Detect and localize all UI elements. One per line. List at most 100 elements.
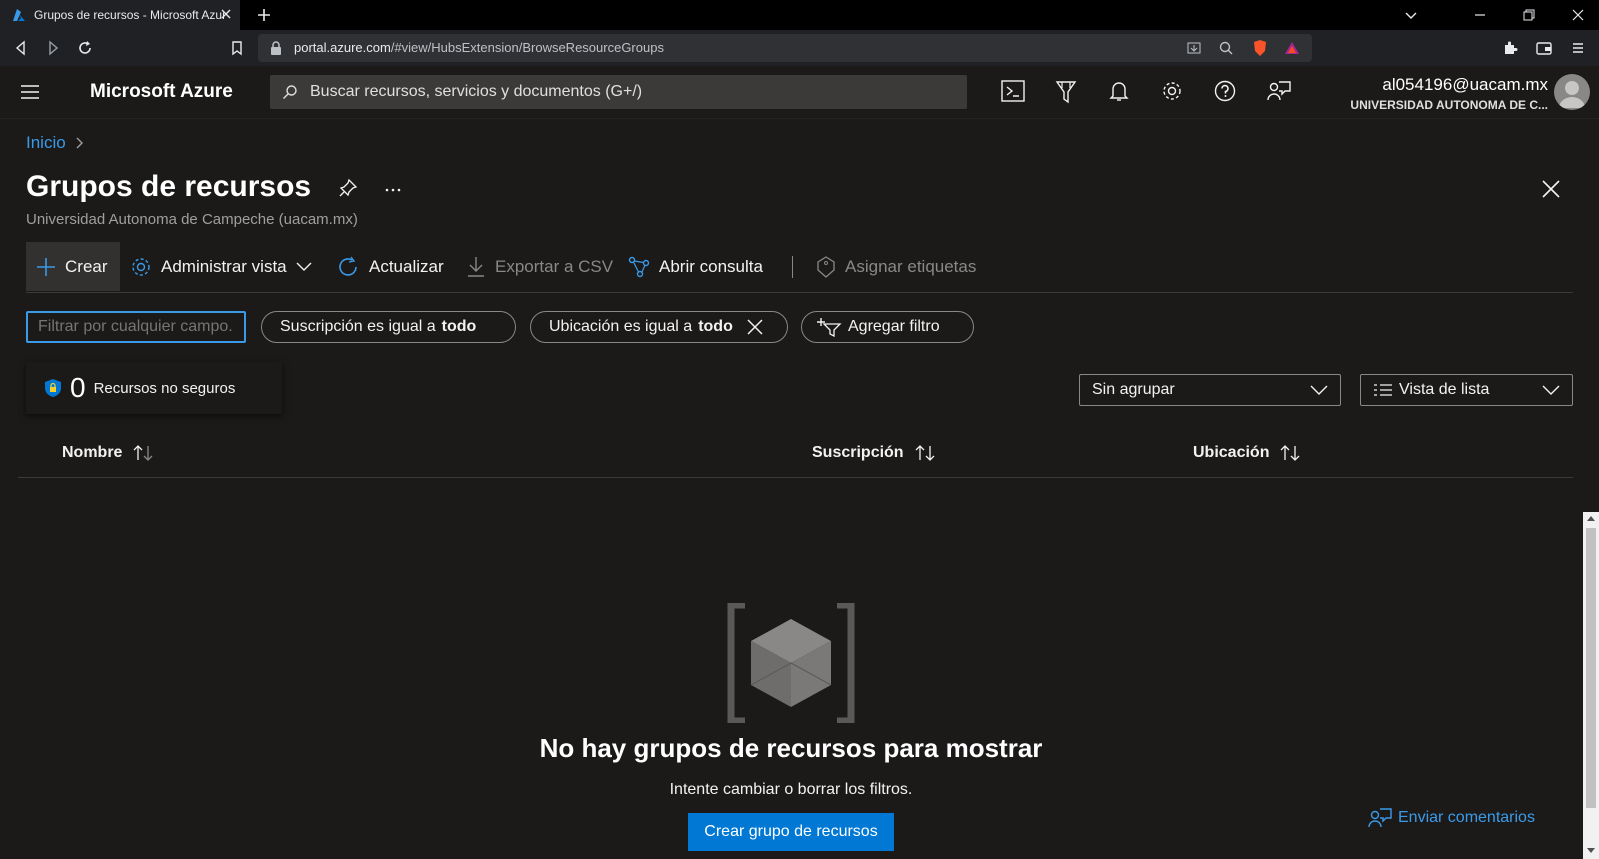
settings-gear-icon[interactable] bbox=[1161, 80, 1183, 102]
column-header-subscription[interactable]: Suscripción bbox=[812, 444, 936, 462]
security-shield-icon bbox=[44, 378, 62, 398]
brave-rewards-icon[interactable] bbox=[1284, 40, 1300, 56]
create-resource-group-button[interactable]: Crear grupo de recursos bbox=[688, 813, 894, 851]
subscription-filter-pill[interactable]: Suscripción es igual a todo bbox=[261, 311, 516, 343]
location-filter-value: todo bbox=[698, 318, 733, 335]
user-email[interactable]: al054196@uacam.mx bbox=[1382, 75, 1548, 95]
user-tenant[interactable]: UNIVERSIDAD AUTONOMA DE C... bbox=[1350, 98, 1548, 112]
avatar[interactable] bbox=[1554, 74, 1590, 110]
tab-close-icon[interactable] bbox=[220, 8, 232, 20]
sort-icon[interactable] bbox=[132, 444, 154, 462]
grouping-dropdown[interactable]: Sin agrupar bbox=[1079, 374, 1341, 406]
lock-icon bbox=[270, 41, 282, 55]
pin-icon[interactable] bbox=[338, 178, 358, 198]
command-separator bbox=[792, 256, 793, 278]
forward-icon[interactable] bbox=[45, 40, 61, 56]
send-feedback-link[interactable]: Enviar comentarios bbox=[1368, 808, 1535, 828]
location-filter-label: Ubicación es igual a bbox=[549, 318, 693, 335]
search-icon bbox=[282, 84, 298, 100]
url-host: portal.azure.com bbox=[294, 40, 391, 55]
subscription-filter-value: todo bbox=[441, 318, 477, 335]
unsecure-resources-label: Recursos no seguros bbox=[93, 379, 236, 397]
breadcrumb: Inicio bbox=[26, 133, 84, 153]
notifications-icon[interactable] bbox=[1108, 80, 1130, 102]
azure-top-bar: Microsoft Azure Buscar recursos, servici… bbox=[0, 66, 1599, 119]
chevron-down-icon bbox=[296, 262, 312, 272]
browser-menu-icon[interactable] bbox=[1570, 40, 1586, 56]
back-icon[interactable] bbox=[13, 40, 29, 56]
more-options-icon[interactable] bbox=[383, 178, 403, 198]
browser-toolbar: portal.azure.com/#view/HubsExtension/Bro… bbox=[0, 30, 1599, 66]
column-header-location[interactable]: Ubicación bbox=[1193, 444, 1301, 462]
add-filter-button[interactable]: Agregar filtro bbox=[801, 311, 974, 343]
zoom-icon[interactable] bbox=[1218, 40, 1234, 56]
remove-filter-icon[interactable] bbox=[747, 319, 763, 335]
tag-icon bbox=[816, 255, 836, 278]
open-query-button[interactable]: Abrir consulta bbox=[628, 242, 763, 291]
manage-view-button[interactable]: Administrar vista bbox=[130, 242, 312, 291]
browser-tabstrip: Grupos de recursos - Microsoft Azure bbox=[0, 0, 1599, 30]
refresh-icon bbox=[338, 256, 360, 278]
cloud-shell-icon[interactable] bbox=[1001, 80, 1025, 102]
filter-input[interactable] bbox=[26, 311, 246, 343]
refresh-button[interactable]: Actualizar bbox=[338, 242, 444, 291]
column-header-label: Suscripción bbox=[812, 444, 904, 461]
sort-icon[interactable] bbox=[914, 444, 936, 462]
reload-icon[interactable] bbox=[77, 40, 93, 56]
extensions-icon[interactable] bbox=[1502, 40, 1518, 56]
minimize-icon[interactable] bbox=[1472, 7, 1488, 23]
gear-icon bbox=[130, 256, 152, 278]
window-close-icon[interactable] bbox=[1570, 7, 1586, 23]
assign-tags-button[interactable]: Asignar etiquetas bbox=[816, 242, 976, 291]
unsecure-resources-count: 0 bbox=[70, 372, 86, 403]
browser-tab[interactable]: Grupos de recursos - Microsoft Azure bbox=[0, 0, 240, 30]
new-tab-icon[interactable] bbox=[256, 7, 272, 23]
global-search-input[interactable]: Buscar recursos, servicios y documentos … bbox=[270, 75, 967, 109]
location-filter-pill[interactable]: Ubicación es igual a todo bbox=[530, 311, 788, 343]
download-icon bbox=[466, 256, 486, 278]
add-filter-icon bbox=[816, 317, 842, 337]
url-path: /#view/HubsExtension/BrowseResourceGroup… bbox=[390, 40, 664, 55]
portal-menu-icon[interactable] bbox=[20, 84, 40, 100]
wallet-icon[interactable] bbox=[1536, 40, 1552, 56]
send-feedback-label: Enviar comentarios bbox=[1398, 809, 1535, 826]
install-app-icon[interactable] bbox=[1186, 40, 1202, 56]
search-placeholder: Buscar recursos, servicios y documentos … bbox=[310, 83, 643, 100]
add-filter-label: Agregar filtro bbox=[848, 318, 940, 335]
vertical-scrollbar[interactable] bbox=[1583, 512, 1599, 859]
column-header-name[interactable]: Nombre bbox=[62, 444, 154, 462]
tab-search-icon[interactable] bbox=[1403, 7, 1419, 23]
brave-shield-icon[interactable] bbox=[1252, 39, 1268, 57]
page-title: Grupos de recursos bbox=[26, 170, 312, 203]
breadcrumb-home-link[interactable]: Inicio bbox=[26, 133, 66, 153]
scroll-down-icon[interactable] bbox=[1587, 848, 1595, 854]
export-csv-button[interactable]: Exportar a CSV bbox=[466, 242, 613, 291]
subscription-filter-label: Suscripción es igual a bbox=[280, 318, 436, 335]
feedback-icon bbox=[1368, 808, 1392, 828]
view-type-dropdown[interactable]: Vista de lista bbox=[1360, 374, 1573, 406]
create-button[interactable]: Crear bbox=[26, 242, 120, 291]
help-icon[interactable] bbox=[1214, 80, 1236, 102]
restore-icon[interactable] bbox=[1521, 7, 1537, 23]
unsecure-resources-card[interactable]: 0 Recursos no seguros bbox=[26, 362, 282, 414]
directory-filter-icon[interactable] bbox=[1054, 80, 1078, 104]
view-type-selected: Vista de lista bbox=[1399, 381, 1490, 398]
chevron-right-icon bbox=[74, 137, 84, 149]
bookmark-icon[interactable] bbox=[229, 40, 245, 56]
close-blade-icon[interactable] bbox=[1542, 180, 1560, 198]
export-csv-label: Exportar a CSV bbox=[495, 256, 614, 276]
address-bar[interactable]: portal.azure.com/#view/HubsExtension/Bro… bbox=[258, 34, 1312, 62]
list-view-icon bbox=[1373, 383, 1393, 397]
feedback-person-icon[interactable] bbox=[1267, 80, 1291, 102]
sort-icon[interactable] bbox=[1279, 444, 1301, 462]
tab-title: Grupos de recursos - Microsoft Azure bbox=[34, 8, 224, 22]
scroll-up-icon[interactable] bbox=[1587, 515, 1595, 521]
azure-favicon-icon bbox=[12, 8, 26, 22]
assign-tags-label: Asignar etiquetas bbox=[845, 256, 977, 276]
brand-name[interactable]: Microsoft Azure bbox=[90, 81, 233, 103]
command-bar: Crear Administrar vista Actualizar Expor… bbox=[26, 242, 1573, 293]
chevron-down-icon bbox=[1310, 384, 1328, 396]
scrollbar-thumb[interactable] bbox=[1586, 528, 1596, 808]
column-header-label: Ubicación bbox=[1193, 444, 1270, 461]
chevron-down-icon bbox=[1542, 384, 1560, 396]
